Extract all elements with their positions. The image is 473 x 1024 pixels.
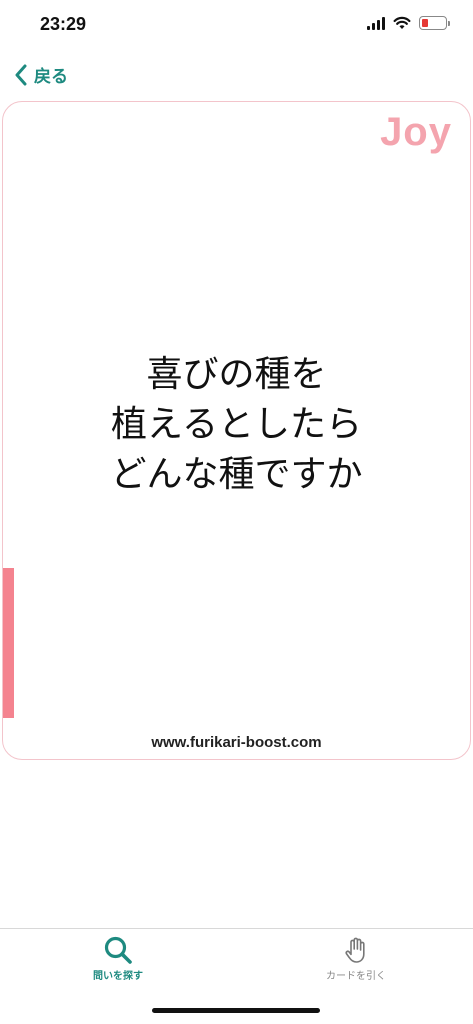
card-url: www.furikari-boost.com [151, 734, 322, 751]
tab-search[interactable]: 問いを探す [48, 935, 188, 982]
hand-icon [345, 937, 365, 963]
back-button[interactable]: 戻る [14, 62, 68, 87]
wifi-icon [393, 16, 411, 29]
status-icons [367, 16, 450, 30]
card-accent-bar [3, 568, 14, 718]
card-category: Joy [380, 110, 452, 154]
back-label: 戻る [34, 67, 68, 87]
question-line: 植えるとしたら [111, 404, 362, 445]
search-icon [104, 936, 132, 964]
chevron-left-icon [15, 64, 27, 85]
home-indicator [152, 1008, 320, 1013]
status-time: 23:29 [40, 14, 87, 34]
question-card[interactable]: Joy 喜びの種を 植えるとしたら どんな種ですか www.furikari-b… [2, 101, 471, 760]
battery-level [422, 19, 429, 27]
signal-icon [367, 16, 385, 30]
card-question: 喜びの種を 植えるとしたら どんな種ですか [3, 350, 470, 500]
question-line: 喜びの種を [146, 354, 327, 395]
tab-draw-card-label: カードを引く [326, 971, 386, 982]
status-bar: 23:29 [0, 0, 473, 50]
nav-bar: 戻る [0, 58, 473, 94]
tab-search-label: 問いを探す [93, 971, 143, 982]
tab-draw-card[interactable]: カードを引く [286, 935, 426, 982]
battery-icon [419, 16, 450, 30]
question-line: どんな種ですか [110, 454, 363, 495]
